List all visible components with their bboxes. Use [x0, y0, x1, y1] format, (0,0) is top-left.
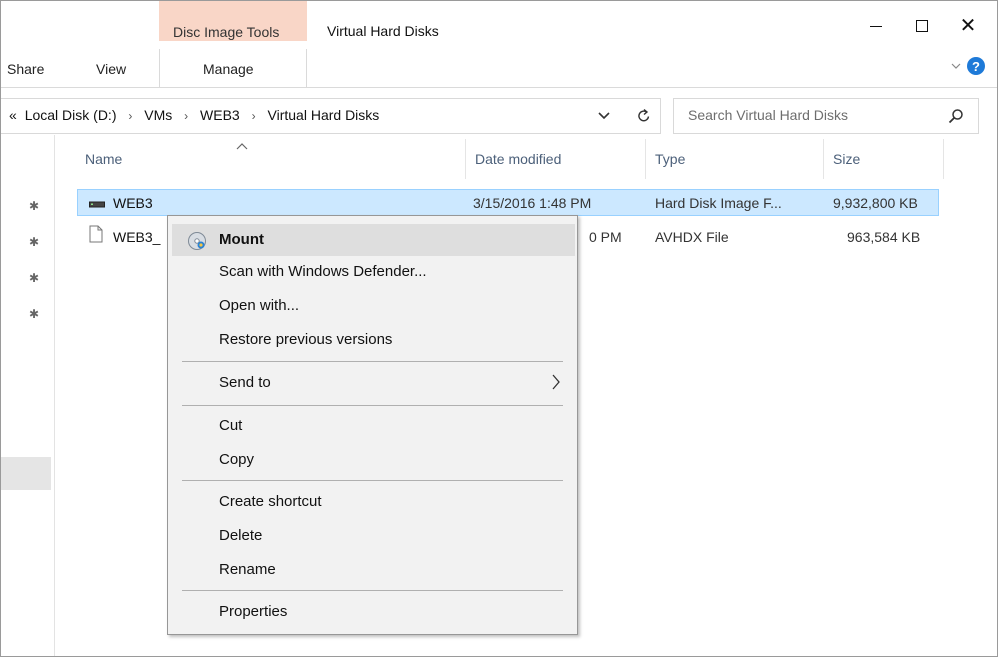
- breadcrumb-virtual-hard-disks[interactable]: Virtual Hard Disks: [268, 107, 380, 123]
- menu-item-label: Delete: [219, 527, 263, 544]
- menu-item-scan-defender[interactable]: Scan with Windows Defender...: [172, 256, 575, 288]
- help-icon[interactable]: ?: [967, 57, 985, 75]
- menu-item-label: Open with...: [219, 297, 300, 314]
- close-button[interactable]: ✕: [945, 11, 991, 41]
- file-name[interactable]: WEB3_: [113, 229, 160, 245]
- contextual-tab-label: Disc Image Tools: [173, 24, 280, 40]
- menu-item-properties[interactable]: Properties: [172, 596, 575, 628]
- column-divider[interactable]: [465, 139, 466, 179]
- column-header-date-modified[interactable]: Date modified: [475, 151, 561, 167]
- file-date-modified: 0 PM: [589, 229, 622, 245]
- pin-icon[interactable]: ✱: [29, 199, 39, 213]
- column-divider[interactable]: [823, 139, 824, 179]
- breadcrumb: « Local Disk (D:) › VMs › WEB3 › Virtual…: [9, 107, 379, 123]
- address-bar[interactable]: « Local Disk (D:) › VMs › WEB3 › Virtual…: [1, 98, 661, 134]
- column-divider[interactable]: [943, 139, 944, 179]
- breadcrumb-separator-icon[interactable]: ›: [184, 109, 188, 123]
- refresh-button[interactable]: [627, 98, 661, 134]
- menu-item-copy[interactable]: Copy: [172, 444, 575, 476]
- file-icon: [89, 225, 103, 243]
- search-input[interactable]: Search Virtual Hard Disks: [688, 107, 848, 123]
- column-header-size[interactable]: Size: [833, 151, 860, 167]
- window-title: Virtual Hard Disks: [327, 23, 439, 39]
- menu-item-open-with[interactable]: Open with...: [172, 290, 575, 322]
- address-history-dropdown-icon[interactable]: [597, 111, 611, 121]
- menu-item-label: Properties: [219, 603, 288, 620]
- pin-icon[interactable]: ✱: [29, 307, 39, 321]
- file-type: AVHDX File: [655, 229, 729, 245]
- menu-separator: [182, 480, 563, 481]
- ribbon-tab-share[interactable]: Share: [7, 61, 44, 77]
- breadcrumb-separator-icon[interactable]: ›: [128, 109, 132, 123]
- column-header-name[interactable]: Name: [85, 151, 122, 167]
- menu-item-label: Mount: [219, 231, 264, 248]
- breadcrumb-separator-icon[interactable]: ›: [252, 109, 256, 123]
- maximize-button[interactable]: [899, 11, 945, 41]
- sort-ascending-icon: [236, 143, 248, 150]
- navigation-pane: ✱ ✱ ✱ ✱: [1, 135, 55, 656]
- file-name[interactable]: WEB3: [113, 195, 153, 211]
- menu-item-label: Rename: [219, 561, 276, 578]
- refresh-icon: [638, 108, 650, 122]
- menu-item-delete[interactable]: Delete: [172, 520, 575, 552]
- minimize-button[interactable]: [853, 11, 899, 41]
- menu-item-label: Cut: [219, 417, 243, 434]
- menu-item-label: Scan with Windows Defender...: [219, 263, 427, 280]
- file-type: Hard Disk Image F...: [655, 195, 782, 211]
- menu-item-rename[interactable]: Rename: [172, 554, 575, 586]
- disk-image-icon: [89, 201, 105, 208]
- column-divider[interactable]: [645, 139, 646, 179]
- menu-item-label: Copy: [219, 451, 255, 468]
- menu-item-cut[interactable]: Cut: [172, 410, 575, 442]
- breadcrumb-web3[interactable]: WEB3: [200, 107, 240, 123]
- nav-item-highlight[interactable]: [1, 457, 51, 490]
- menu-item-mount[interactable]: Mount: [172, 224, 575, 256]
- ribbon-tabs: Share View Manage ?: [1, 49, 997, 88]
- menu-item-send-to[interactable]: Send to: [172, 367, 575, 399]
- menu-item-label: Restore previous versions: [219, 331, 393, 348]
- search-icon[interactable]: [948, 108, 964, 124]
- menu-separator: [182, 361, 563, 362]
- breadcrumb-vms[interactable]: VMs: [144, 107, 172, 123]
- file-date-modified: 3/15/2016 1:48 PM: [473, 195, 592, 211]
- column-header-type[interactable]: Type: [655, 151, 685, 167]
- help-glyph: ?: [972, 58, 980, 74]
- pin-icon[interactable]: ✱: [29, 271, 39, 285]
- close-icon: ✕: [959, 15, 977, 37]
- menu-item-label: Send to: [219, 374, 271, 391]
- pin-icon[interactable]: ✱: [29, 235, 39, 249]
- ribbon-tab-view[interactable]: View: [96, 61, 126, 77]
- breadcrumb-overflow-icon[interactable]: «: [9, 107, 17, 123]
- menu-separator: [182, 405, 563, 406]
- search-box[interactable]: Search Virtual Hard Disks: [673, 98, 979, 134]
- disc-mount-icon: [188, 232, 206, 250]
- ribbon-tab-manage[interactable]: Manage: [203, 61, 254, 77]
- explorer-window: Disc Image Tools Virtual Hard Disks ✕ Sh…: [0, 0, 998, 657]
- menu-item-label: Create shortcut: [219, 493, 322, 510]
- menu-separator: [182, 590, 563, 591]
- submenu-arrow-icon: [552, 374, 560, 390]
- menu-item-restore-previous[interactable]: Restore previous versions: [172, 324, 575, 356]
- context-menu: Mount Scan with Windows Defender... Open…: [167, 215, 578, 635]
- breadcrumb-local-disk[interactable]: Local Disk (D:): [25, 107, 117, 123]
- file-size: 963,584 KB: [847, 229, 921, 245]
- file-size: 9,932,800 KB: [833, 195, 918, 211]
- ribbon-expand-chevron-icon[interactable]: [951, 61, 961, 71]
- menu-item-create-shortcut[interactable]: Create shortcut: [172, 486, 575, 518]
